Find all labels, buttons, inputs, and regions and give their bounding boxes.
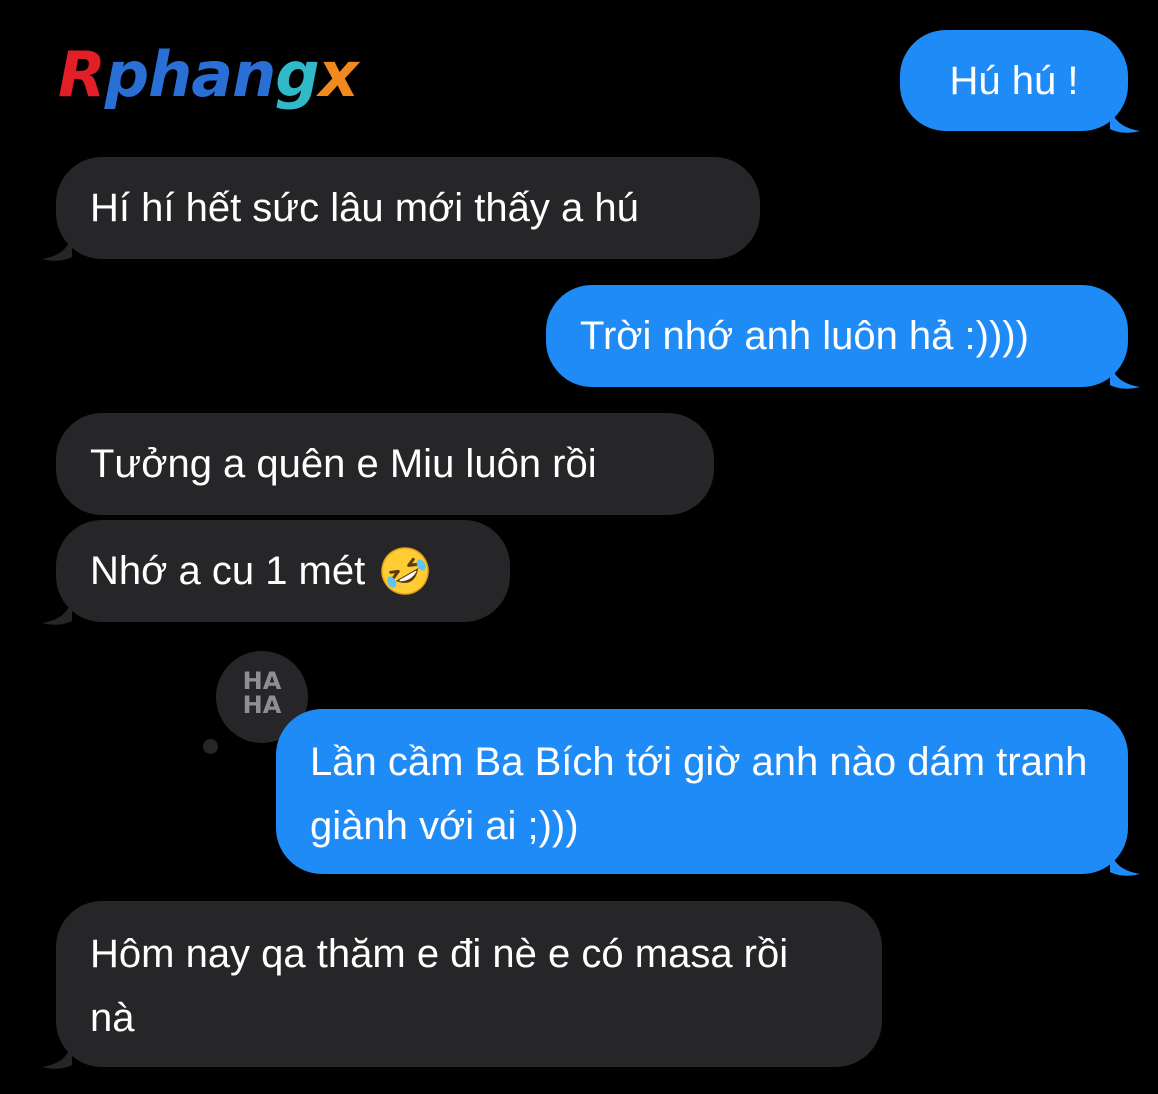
reaction-text: HA <box>242 667 282 695</box>
message-bubble-sent[interactable]: Lần cầm Ba Bích tới giờ anh nào dám tran… <box>276 709 1128 874</box>
logo-part: g <box>275 38 319 111</box>
message-text: Lần cầm Ba Bích tới giờ anh nào dám tran… <box>310 740 1088 848</box>
message-bubble-sent[interactable]: Hú hú ! <box>900 30 1128 131</box>
reaction-dot <box>203 739 218 754</box>
message-bubble-received[interactable]: Hôm nay qa thăm e đi nè e có masa rồi nà <box>56 901 882 1067</box>
logo-part: R <box>58 38 106 111</box>
reaction-text: HA <box>242 691 282 719</box>
message-bubble-sent[interactable]: Trời nhớ anh luôn hả :)))) <box>546 285 1128 387</box>
message-bubble-received[interactable]: Nhớ a cu 1 mét <box>56 520 510 622</box>
message-bubble-received[interactable]: Tưởng a quên e Miu luôn rồi <box>56 413 714 515</box>
message-bubble-received[interactable]: Hí hí hết sức lâu mới thấy a hú <box>56 157 760 259</box>
message-text: Trời nhớ anh luôn hả :)))) <box>580 314 1029 358</box>
message-text: Tưởng a quên e Miu luôn rồi <box>90 442 597 486</box>
message-text: Hú hú ! <box>949 58 1079 103</box>
logo-part: x <box>318 38 359 111</box>
logo-part: phan <box>104 38 276 111</box>
message-text: Hôm nay qa thăm e đi nè e có masa rồi nà <box>90 932 789 1040</box>
message-text: Hí hí hết sức lâu mới thấy a hú <box>90 186 639 230</box>
watermark-logo: Rphangx <box>58 38 359 111</box>
rolling-on-floor-laughing-emoji <box>381 547 429 595</box>
message-text: Nhớ a cu 1 mét <box>90 549 366 593</box>
